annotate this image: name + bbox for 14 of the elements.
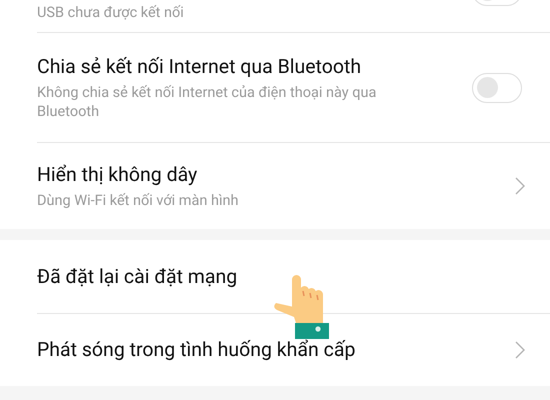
setting-title: Đã đặt lại cài đặt mạng <box>37 264 238 288</box>
settings-item[interactable]: Đã đặt lại cài đặt mạng <box>0 240 550 313</box>
settings-item[interactable]: Hiển thị không dây Dùng Wi-Fi kết nối với màn hình <box>0 143 550 229</box>
setting-title: Hiển thị không dây <box>37 162 198 186</box>
chevron-right-icon <box>515 341 525 359</box>
setting-title: Phát sóng trong tình huống khẩn cấp <box>37 338 356 362</box>
setting-description: Dùng Wi-Fi kết nối với màn hình <box>37 190 240 210</box>
chevron-right-icon <box>515 177 525 195</box>
settings-item[interactable]: Phát sóng trong tình huống khẩn cấp <box>0 314 550 386</box>
settings-item[interactable]: Chia sẻ kết nối Internet qua Bluetooth Không chia sẻ kết nối Internet của điện thoại này qua Bluetooth <box>0 33 550 142</box>
toggle-switch[interactable] <box>472 72 522 102</box>
setting-description: Không chia sẻ kết nối Internet của điện thoại này qua Bluetooth <box>37 82 378 120</box>
setting-title: Chia sẻ kết nối Internet qua Bluetooth <box>37 54 362 78</box>
setting-description: USB chưa được kết nối <box>37 2 185 22</box>
